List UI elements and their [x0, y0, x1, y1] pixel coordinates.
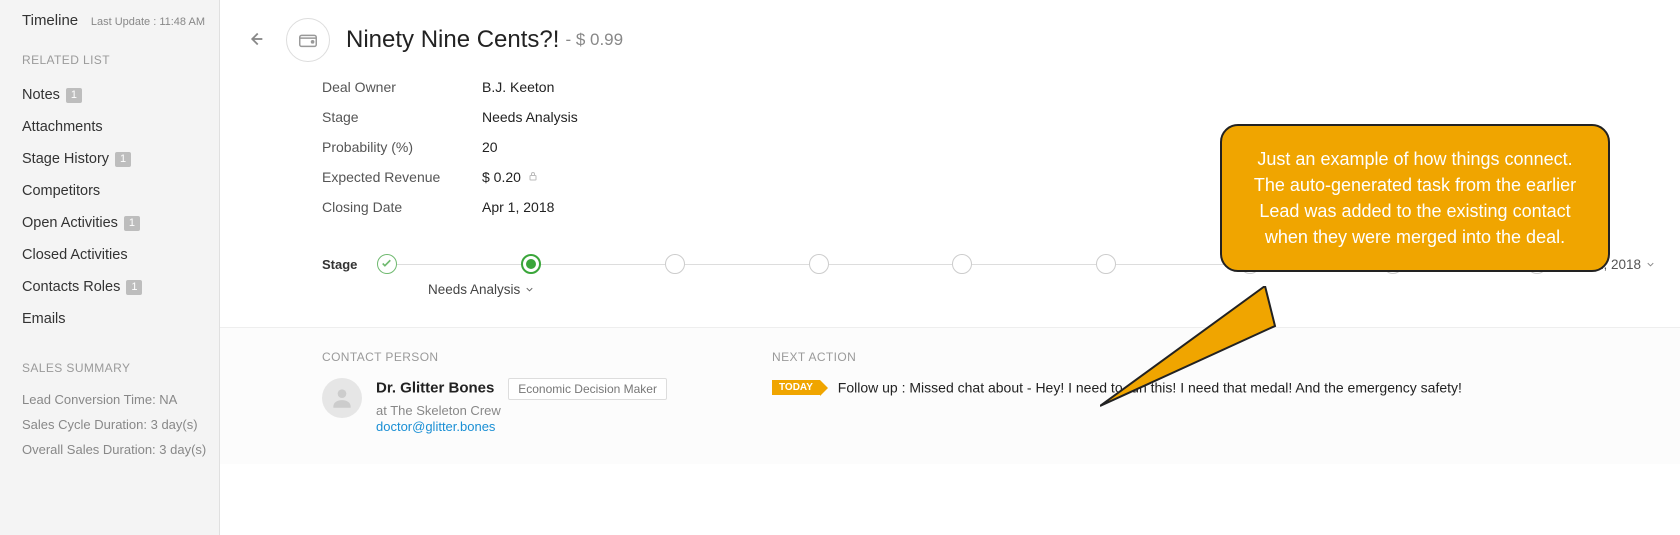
contact-name[interactable]: Dr. Glitter Bones [376, 380, 494, 397]
wallet-icon [286, 18, 330, 62]
sidebar-item-label: Contacts Roles [22, 279, 120, 295]
last-update-text: Last Update : 11:48 AM [91, 16, 205, 28]
stage-node-complete[interactable] [377, 254, 397, 274]
stage-node-current[interactable] [521, 254, 541, 274]
contact-org: The Skeleton Crew [390, 403, 501, 418]
sidebar-item-competitors[interactable]: Competitors [22, 175, 219, 207]
revenue-value: $ 0.20 [482, 169, 521, 185]
today-tag: TODAY [772, 380, 820, 395]
closing-date-value: Apr 1, 2018 [482, 199, 554, 215]
sidebar-item-label: Attachments [22, 119, 103, 135]
sidebar: Timeline Last Update : 11:48 AM RELATED … [0, 0, 220, 535]
count-badge: 1 [115, 152, 131, 167]
lock-icon [527, 169, 539, 185]
sidebar-item-label: Notes [22, 87, 60, 103]
stage-node[interactable] [952, 254, 972, 274]
sales-summary-header: SALES SUMMARY [22, 361, 219, 375]
chevron-down-icon [1645, 259, 1656, 270]
summary-lead-conversion: Lead Conversion Time: NA [22, 387, 219, 412]
revenue-label: Expected Revenue [322, 169, 482, 185]
sidebar-item-open-activities[interactable]: Open Activities 1 [22, 207, 219, 239]
back-arrow-icon[interactable] [244, 28, 268, 52]
sidebar-item-label: Open Activities [22, 215, 118, 231]
owner-value: B.J. Keeton [482, 79, 554, 95]
contact-role-chip: Economic Decision Maker [508, 378, 667, 400]
deal-amount: - $ 0.99 [565, 30, 623, 50]
sidebar-item-label: Emails [22, 311, 66, 327]
annotation-callout: Just an example of how things connect. T… [1220, 124, 1610, 272]
closing-date-label: Closing Date [322, 199, 482, 215]
sidebar-item-label: Competitors [22, 183, 100, 199]
stage-node[interactable] [665, 254, 685, 274]
count-badge: 1 [126, 280, 142, 295]
sidebar-item-emails[interactable]: Emails [22, 303, 219, 335]
stage-label: Stage [322, 109, 482, 125]
sidebar-item-label: Closed Activities [22, 247, 128, 263]
main-content: Ninety Nine Cents?! - $ 0.99 Deal Owner … [220, 0, 1680, 535]
annotation-text: Just an example of how things connect. T… [1254, 149, 1576, 247]
probability-value: 20 [482, 139, 498, 155]
sidebar-item-label: Stage History [22, 151, 109, 167]
sidebar-item-contacts-roles[interactable]: Contacts Roles 1 [22, 271, 219, 303]
chevron-down-icon [524, 284, 535, 295]
summary-overall-sales: Overall Sales Duration: 3 day(s) [22, 437, 219, 462]
count-badge: 1 [66, 88, 82, 103]
contact-org-prefix: at [376, 403, 390, 418]
contact-person-header: CONTACT PERSON [322, 350, 772, 364]
sidebar-item-attachments[interactable]: Attachments [22, 111, 219, 143]
current-stage-dropdown[interactable]: Needs Analysis [220, 274, 1680, 309]
stage-node[interactable] [1096, 254, 1116, 274]
deal-title: Ninety Nine Cents?! [346, 26, 559, 54]
sidebar-item-notes[interactable]: Notes 1 [22, 79, 219, 111]
count-badge: 1 [124, 216, 140, 231]
summary-sales-cycle: Sales Cycle Duration: 3 day(s) [22, 412, 219, 437]
related-list-header: RELATED LIST [22, 53, 219, 67]
callout-tail-icon [1100, 286, 1280, 416]
sidebar-item-closed-activities[interactable]: Closed Activities [22, 239, 219, 271]
stage-bar-label: Stage [322, 257, 357, 272]
avatar[interactable] [322, 378, 362, 418]
owner-label: Deal Owner [322, 79, 482, 95]
timeline-tab[interactable]: Timeline [22, 12, 78, 29]
contact-email-link[interactable]: doctor@glitter.bones [376, 419, 667, 434]
probability-label: Probability (%) [322, 139, 482, 155]
stage-node[interactable] [809, 254, 829, 274]
stage-value: Needs Analysis [482, 109, 578, 125]
sidebar-item-stage-history[interactable]: Stage History 1 [22, 143, 219, 175]
